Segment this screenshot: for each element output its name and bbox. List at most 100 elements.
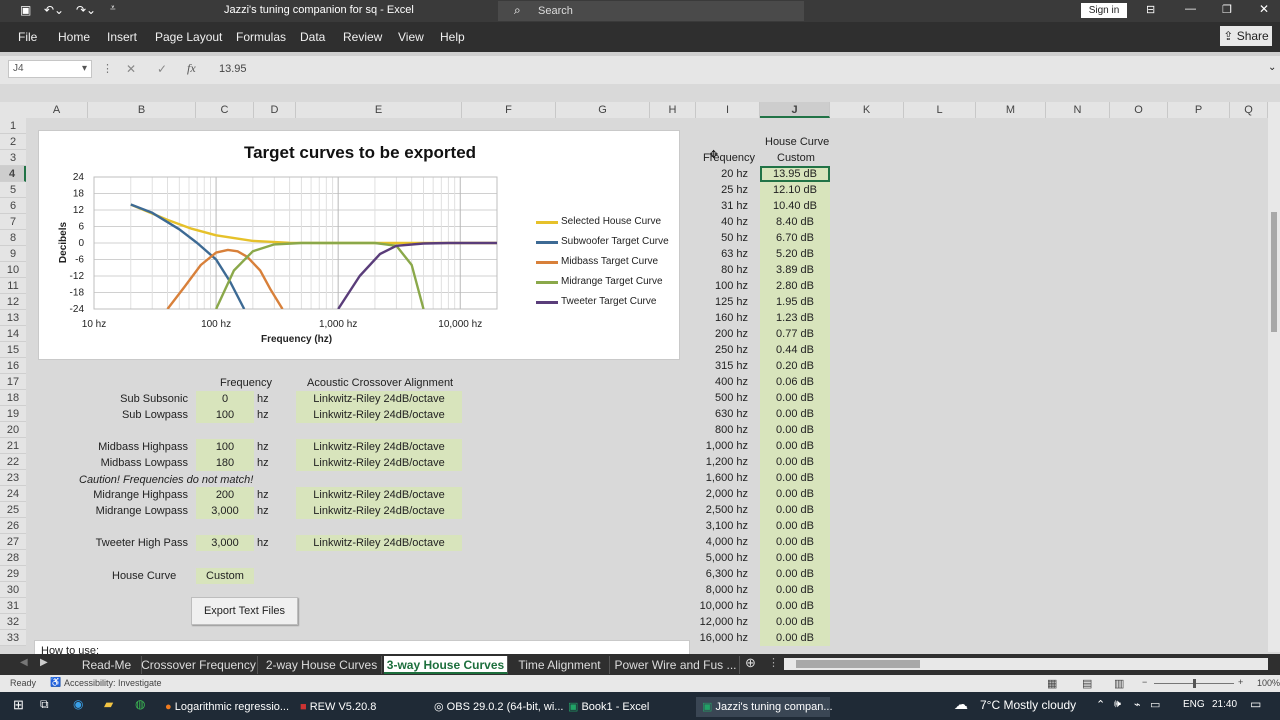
house-frequency-cell[interactable]: 4,000 hz <box>696 534 748 550</box>
setting-alignment-select[interactable]: Linkwitz-Riley 24dB/octave <box>296 439 462 455</box>
scroll-right-icon[interactable]: ▶ <box>40 657 48 668</box>
house-db-cell[interactable]: 0.00 dB <box>760 470 830 486</box>
row-header[interactable]: 25 <box>0 502 26 518</box>
row-header[interactable]: 21 <box>0 438 26 454</box>
tab-data[interactable]: Data <box>300 30 325 44</box>
zoom-level[interactable]: 100% <box>1257 678 1280 688</box>
house-frequency-cell[interactable]: 630 hz <box>696 406 748 422</box>
enter-icon[interactable]: ✓ <box>157 62 167 76</box>
house-frequency-cell[interactable]: 315 hz <box>696 358 748 374</box>
row-header[interactable]: 24 <box>0 486 26 502</box>
language-indicator[interactable]: ENG <box>1183 699 1205 710</box>
house-db-cell[interactable]: 0.00 dB <box>760 534 830 550</box>
col-header-a[interactable]: A <box>26 102 88 118</box>
tab-options-icon[interactable]: ⋮ <box>768 656 779 669</box>
house-db-cell[interactable]: 10.40 dB <box>760 198 830 214</box>
redo-icon[interactable]: ↷⌄ <box>76 3 96 17</box>
house-db-cell[interactable]: 0.00 dB <box>760 406 830 422</box>
tab-file[interactable]: File <box>18 30 37 44</box>
house-frequency-cell[interactable]: 3,100 hz <box>696 518 748 534</box>
house-frequency-cell[interactable]: 500 hz <box>696 390 748 406</box>
tab-view[interactable]: View <box>398 30 424 44</box>
taskbar-app-obs[interactable]: ◎ OBS 29.0.2 (64-bit, wi... <box>434 697 563 717</box>
setting-frequency-input[interactable]: 3,000 <box>196 503 254 519</box>
chrome-icon[interactable]: ◍ <box>135 697 145 711</box>
house-frequency-cell[interactable]: 200 hz <box>696 326 748 342</box>
taskbar-app-rew[interactable]: ■ REW V5.20.8 <box>300 697 376 717</box>
zoom-slider-thumb[interactable] <box>1193 679 1196 688</box>
row-header[interactable]: 33 <box>0 630 26 646</box>
house-frequency-cell[interactable]: 25 hz <box>696 182 748 198</box>
share-button[interactable]: ⇪ Share <box>1220 26 1272 46</box>
row-header[interactable]: 6 <box>0 198 26 214</box>
col-header-o[interactable]: O <box>1110 102 1168 118</box>
maximize-icon[interactable]: ❐ <box>1222 3 1232 16</box>
row-header[interactable]: 26 <box>0 518 26 534</box>
normal-view-icon[interactable]: ▦ <box>1047 677 1057 690</box>
zoom-out-icon[interactable]: − <box>1142 677 1147 687</box>
house-frequency-cell[interactable]: 5,000 hz <box>696 550 748 566</box>
house-frequency-cell[interactable]: 1,600 hz <box>696 470 748 486</box>
row-header[interactable]: 29 <box>0 566 26 582</box>
customize-toolbar-icon[interactable]: ⩡ <box>110 3 116 14</box>
edge-icon[interactable]: ◉ <box>73 697 83 711</box>
chart-area[interactable]: Target curves to be exported Decibels Fr… <box>38 130 680 360</box>
vertical-scroll-thumb[interactable] <box>1271 212 1277 332</box>
setting-frequency-input[interactable]: 0 <box>196 391 254 407</box>
taskbar-app-book1[interactable]: ▣ Book1 - Excel <box>568 697 649 717</box>
tray-chevron-icon[interactable]: ⌃ <box>1096 698 1105 711</box>
col-header-m[interactable]: M <box>976 102 1046 118</box>
undo-icon[interactable]: ↶⌄ <box>44 3 64 17</box>
col-header-j[interactable]: J <box>760 102 830 118</box>
house-frequency-cell[interactable]: 2,500 hz <box>696 502 748 518</box>
col-header-l[interactable]: L <box>904 102 976 118</box>
sheet-tab[interactable]: Read-Me <box>72 656 142 674</box>
house-db-cell[interactable]: 0.00 dB <box>760 630 830 646</box>
house-frequency-cell[interactable]: 50 hz <box>696 230 748 246</box>
tab-insert[interactable]: Insert <box>107 30 137 44</box>
setting-alignment-select[interactable]: Linkwitz-Riley 24dB/octave <box>296 487 462 503</box>
row-header[interactable]: 4 <box>0 166 26 182</box>
house-frequency-cell[interactable]: 8,000 hz <box>696 582 748 598</box>
volume-icon[interactable]: 🕪 <box>1114 698 1121 711</box>
house-frequency-cell[interactable]: 160 hz <box>696 310 748 326</box>
setting-frequency-input[interactable]: 100 <box>196 439 254 455</box>
setting-alignment-select[interactable]: Linkwitz-Riley 24dB/octave <box>296 455 462 471</box>
row-header[interactable]: 20 <box>0 422 26 438</box>
setting-alignment-select[interactable]: Linkwitz-Riley 24dB/octave <box>296 407 462 423</box>
row-header[interactable]: 16 <box>0 358 26 374</box>
house-frequency-cell[interactable]: 125 hz <box>696 294 748 310</box>
row-header[interactable]: 2 <box>0 134 26 150</box>
col-header-n[interactable]: N <box>1046 102 1110 118</box>
tab-help[interactable]: Help <box>440 30 465 44</box>
house-db-cell[interactable]: 12.10 dB <box>760 182 830 198</box>
setting-frequency-input[interactable]: 180 <box>196 455 254 471</box>
house-frequency-cell[interactable]: 31 hz <box>696 198 748 214</box>
setting-frequency-input[interactable]: 200 <box>196 487 254 503</box>
house-db-cell[interactable]: 0.00 dB <box>760 614 830 630</box>
house-frequency-cell[interactable]: 800 hz <box>696 422 748 438</box>
row-header[interactable]: 14 <box>0 326 26 342</box>
house-db-cell[interactable]: 0.00 dB <box>760 486 830 502</box>
house-frequency-cell[interactable]: 100 hz <box>696 278 748 294</box>
house-db-cell[interactable]: 1.23 dB <box>760 310 830 326</box>
house-curve-select[interactable]: Custom <box>196 568 254 584</box>
col-header-f[interactable]: F <box>462 102 556 118</box>
house-frequency-cell[interactable]: 250 hz <box>696 342 748 358</box>
house-db-cell[interactable]: 0.00 dB <box>760 598 830 614</box>
tab-formulas[interactable]: Formulas <box>236 30 286 44</box>
house-db-cell[interactable]: 1.95 dB <box>760 294 830 310</box>
setting-alignment-select[interactable]: Linkwitz-Riley 24dB/octave <box>296 503 462 519</box>
setting-alignment-select[interactable]: Linkwitz-Riley 24dB/octave <box>296 391 462 407</box>
row-header[interactable]: 22 <box>0 454 26 470</box>
insert-function-icon[interactable]: fx <box>187 61 196 76</box>
select-all-corner[interactable] <box>0 102 26 118</box>
house-frequency-cell[interactable]: 2,000 hz <box>696 486 748 502</box>
col-header-c[interactable]: C <box>196 102 254 118</box>
row-header[interactable]: 10 <box>0 262 26 278</box>
search-box[interactable]: ⌕ Search <box>498 1 804 21</box>
task-view-icon[interactable]: ⧉ <box>40 697 49 712</box>
row-header[interactable]: 8 <box>0 230 26 246</box>
row-header[interactable]: 23 <box>0 470 26 486</box>
setting-frequency-input[interactable]: 100 <box>196 407 254 423</box>
